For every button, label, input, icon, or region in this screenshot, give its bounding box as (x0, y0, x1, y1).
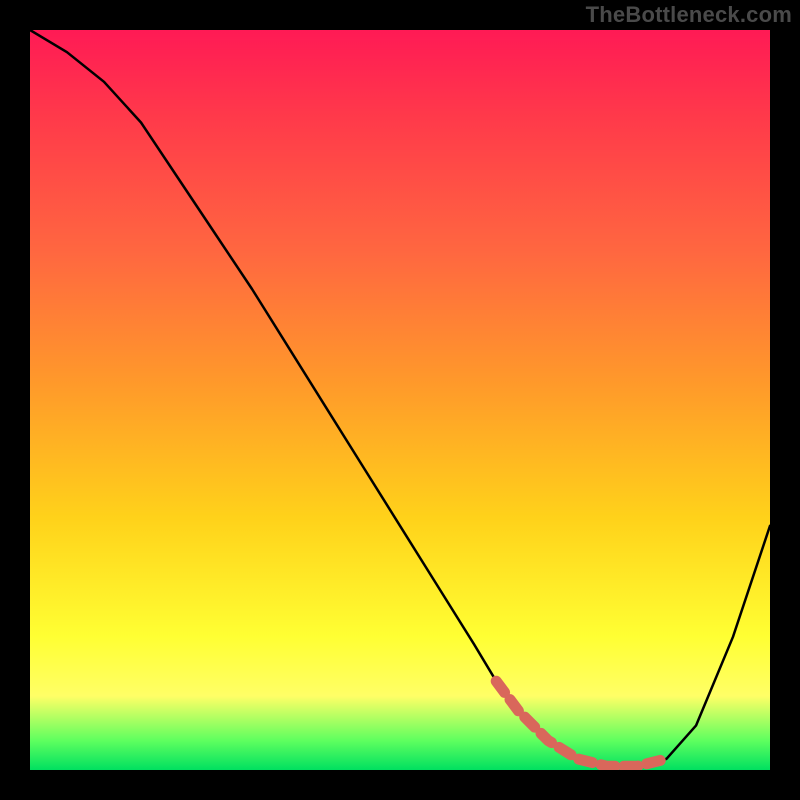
watermark-text: TheBottleneck.com (586, 2, 792, 28)
chart-root: TheBottleneck.com (0, 0, 800, 800)
curve-layer (30, 30, 770, 770)
bottleneck-curve (30, 30, 770, 766)
optimal-band (496, 681, 666, 766)
plot-area (30, 30, 770, 770)
